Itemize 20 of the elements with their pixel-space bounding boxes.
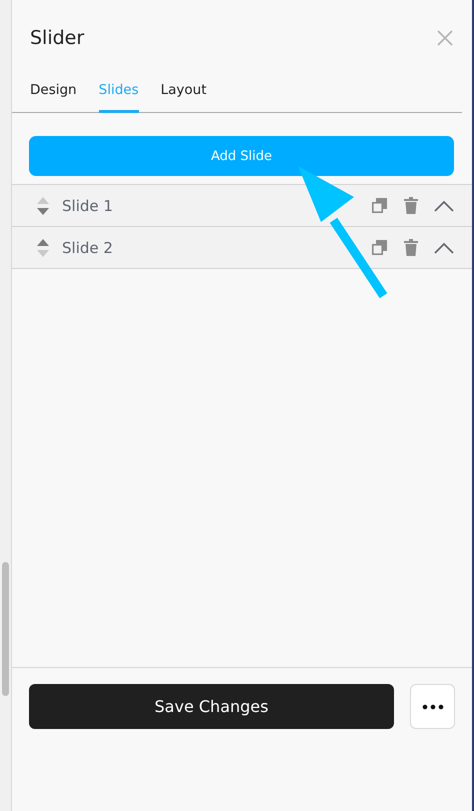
trash-icon[interactable]	[404, 239, 418, 256]
slide-name: Slide 1	[62, 196, 114, 214]
save-changes-button[interactable]: Save Changes	[29, 684, 394, 729]
close-icon[interactable]	[436, 29, 454, 47]
scrollbar[interactable]	[2, 562, 9, 696]
sort-icon[interactable]	[36, 238, 50, 258]
slide-name: Slide 2	[62, 238, 114, 256]
chevron-up-icon[interactable]	[434, 242, 454, 254]
duplicate-icon[interactable]	[371, 197, 388, 214]
sort-icon[interactable]	[36, 196, 50, 216]
slide-row[interactable]: Slide 1	[12, 184, 472, 226]
tab[interactable]: Layout	[160, 74, 207, 113]
chevron-up-icon[interactable]	[434, 200, 454, 212]
more-button[interactable]	[410, 684, 455, 729]
trash-icon[interactable]	[404, 197, 418, 214]
slide-row[interactable]: Slide 2	[12, 226, 472, 269]
duplicate-icon[interactable]	[371, 239, 388, 256]
more-icon	[422, 704, 444, 710]
panel-title: Slider	[30, 27, 84, 49]
tab[interactable]: Design	[30, 74, 77, 113]
